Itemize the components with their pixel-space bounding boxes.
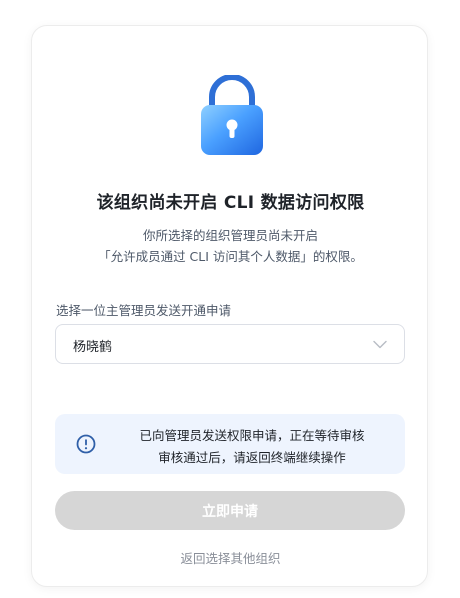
admin-select-label: 选择一位主管理员发送开通申请 [56, 303, 232, 318]
info-icon [76, 434, 96, 454]
dialog-description-line1: 你所选择的组织管理员尚未开启 [142, 228, 318, 243]
admin-select[interactable]: 杨晓鹤 [55, 324, 405, 364]
notice-line1: 已向管理员发送权限申请，正在等待审核 [139, 428, 365, 443]
dialog-description-line2: 「允许成员通过 CLI 访问其个人数据」的权限。 [98, 249, 363, 264]
chevron-down-icon [373, 340, 387, 349]
pending-notice: 已向管理员发送权限申请，正在等待审核 审核通过后，请返回终端继续操作 [55, 414, 405, 474]
permission-dialog: 该组织尚未开启 CLI 数据访问权限 你所选择的组织管理员尚未开启 「允许成员通… [31, 25, 428, 587]
dialog-title: 该组织尚未开启 CLI 数据访问权限 [96, 193, 365, 213]
apply-button[interactable]: 立即申请 [55, 491, 405, 530]
lock-icon [201, 75, 263, 155]
admin-select-value: 杨晓鹤 [73, 340, 113, 355]
back-to-org-select-link[interactable]: 返回选择其他组织 [32, 548, 429, 567]
notice-line2: 审核通过后，请返回终端继续操作 [158, 450, 346, 465]
